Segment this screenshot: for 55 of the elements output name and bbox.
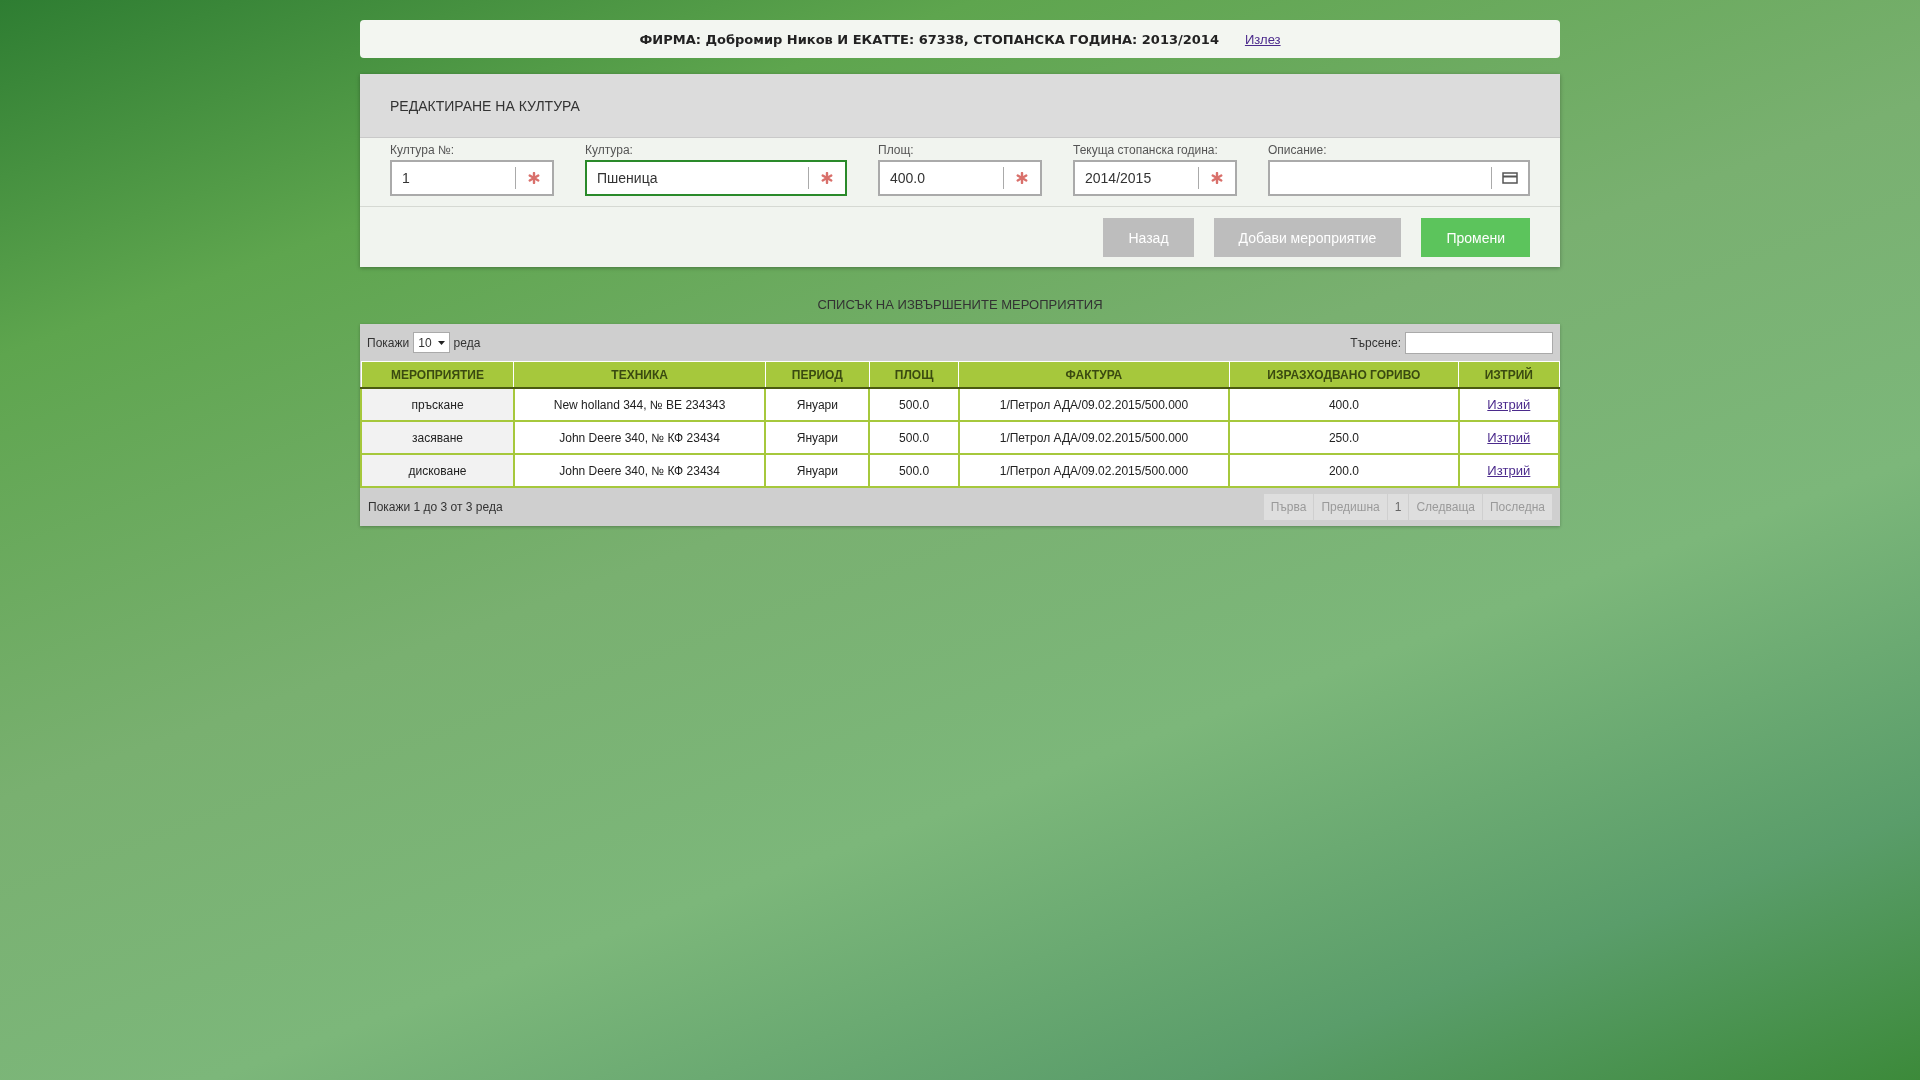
table-cell: 200.0	[1229, 454, 1459, 487]
column-header[interactable]: ТЕХНИКА	[514, 361, 766, 388]
table-cell: пръскане	[361, 388, 514, 421]
input-field[interactable]	[1268, 160, 1530, 196]
page-size-select[interactable]: 10	[413, 332, 450, 353]
input-field[interactable]: 400.0	[878, 160, 1042, 196]
rows-label: реда	[453, 335, 481, 350]
table-cell: 1/Петрол АДА/09.02.2015/500.000	[958, 454, 1230, 487]
input-field[interactable]: 2014/2015	[1073, 160, 1237, 196]
table-cell: 400.0	[1229, 388, 1459, 421]
show-label: Покажи	[367, 335, 410, 350]
table-cell: New holland 344, № ВЕ 234343	[514, 388, 766, 421]
asterisk-icon	[528, 172, 540, 184]
asterisk-icon	[821, 172, 833, 184]
table-cell: Януари	[765, 421, 870, 454]
asterisk-icon	[1211, 172, 1223, 184]
search-field[interactable]	[1405, 331, 1553, 354]
table-cell: Януари	[765, 388, 870, 421]
delete-link[interactable]: Изтрий	[1487, 463, 1531, 478]
logout-link[interactable]: Излез	[1244, 31, 1281, 47]
field-label: Култура №:	[390, 143, 456, 157]
table-cell: дисковане	[361, 454, 514, 487]
table-cell: 1/Петрол АДА/09.02.2015/500.000	[958, 421, 1230, 454]
column-header[interactable]: ФАКТУРА	[958, 361, 1230, 388]
column-header[interactable]: ПЛОЩ	[869, 361, 959, 388]
asterisk-icon	[1016, 172, 1028, 184]
column-header[interactable]: ИЗТРИЙ	[1458, 361, 1559, 388]
table-cell: засяване	[361, 421, 514, 454]
table-info: Покажи 1 до 3 от 3 реда	[368, 500, 503, 514]
caret-icon	[437, 340, 445, 345]
delete-link[interactable]: Изтрий	[1487, 397, 1531, 412]
panel-title: РЕДАКТИРАНЕ НА КУЛТУРА	[390, 97, 580, 114]
table-cell: John Deere 340, № КФ 23434	[514, 421, 766, 454]
field-label: Описание:	[1268, 143, 1328, 157]
pagination-button[interactable]: 1	[1386, 494, 1409, 520]
table-cell: 500.0	[869, 388, 959, 421]
table-cell: 500.0	[869, 454, 959, 487]
column-header[interactable]: ИЗРАЗХОДВАНО ГОРИВО	[1229, 361, 1459, 388]
input-field[interactable]: Пшеница	[585, 160, 847, 196]
table-cell: 500.0	[869, 421, 959, 454]
column-header[interactable]: ПЕРИОД	[765, 361, 870, 388]
table-cell: 250.0	[1229, 421, 1459, 454]
delete-link[interactable]: Изтрий	[1487, 430, 1531, 445]
field-label: Култура:	[585, 143, 634, 157]
table-cell: 1/Петрол АДА/09.02.2015/500.000	[958, 388, 1230, 421]
field-label: Текуща стопанска година:	[1073, 143, 1219, 157]
search-label: Търсене:	[1350, 335, 1401, 350]
company-info: ФИРМА: Добромир Ников И ЕКАТТЕ: 67338, СТОПАНСКА ГОДИНА: 2013/2014	[639, 31, 1219, 47]
field-label: Площ:	[878, 143, 915, 157]
input-field[interactable]: 1	[390, 160, 554, 196]
column-header[interactable]: МЕРОПРИЯТИЕ	[361, 361, 514, 388]
table-cell: John Deere 340, № КФ 23434	[514, 454, 766, 487]
card-icon	[1502, 172, 1518, 184]
table-cell: Януари	[765, 454, 870, 487]
list-title: СПИСЪК НА ИЗВЪРШЕНИТЕ МЕРОПРИЯТИЯ	[817, 297, 1103, 312]
